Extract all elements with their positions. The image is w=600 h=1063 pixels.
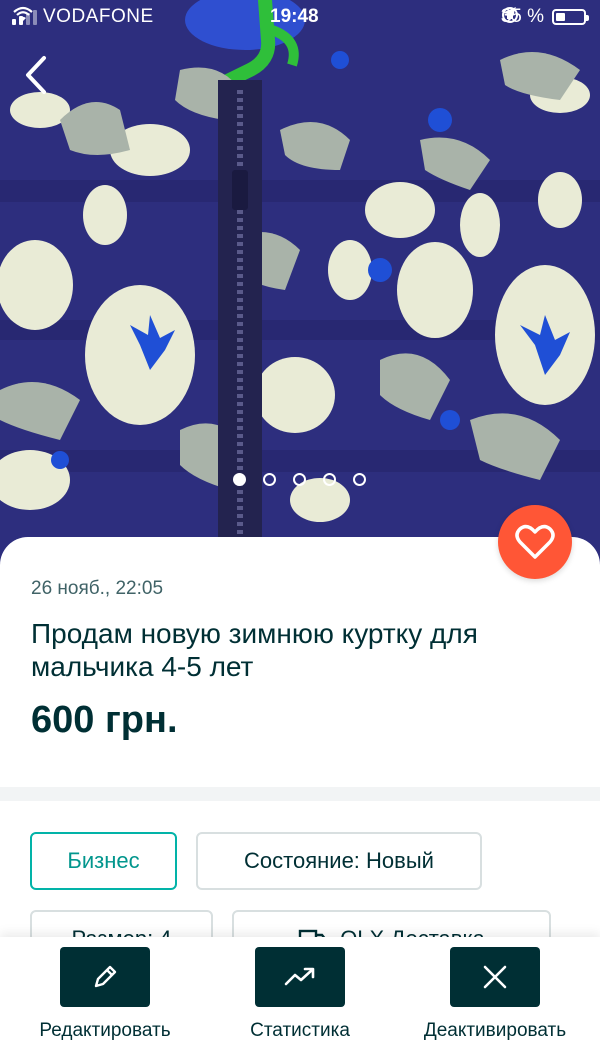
- statistics-label[interactable]: Статистика: [230, 1020, 370, 1042]
- pencil-icon: [94, 965, 117, 988]
- gallery-dot[interactable]: [233, 473, 246, 486]
- gallery-dot[interactable]: [263, 473, 276, 486]
- location-arrow-icon: [501, 7, 516, 21]
- heart-icon: [515, 524, 555, 559]
- back-button[interactable]: [18, 50, 62, 100]
- status-right: 35 %: [501, 6, 589, 28]
- battery-icon: [552, 9, 589, 25]
- gallery-dot[interactable]: [323, 473, 336, 486]
- tag-business[interactable]: Бизнес: [30, 832, 177, 890]
- listing-date: 26 нояб., 22:05: [31, 578, 164, 599]
- status-left: VODAFONE: [12, 6, 154, 28]
- listing-photo[interactable]: VODAFONE 19:48 35 %: [0, 0, 600, 580]
- favorite-button[interactable]: [498, 505, 572, 579]
- trend-up-icon: [284, 967, 315, 986]
- statistics-button[interactable]: [255, 947, 345, 1007]
- section-divider: [0, 787, 600, 801]
- deactivate-label[interactable]: Деактивировать: [408, 1020, 582, 1042]
- listing-title: Продам новую зимнюю куртку для мальчика …: [31, 618, 478, 682]
- battery-level: [556, 13, 566, 21]
- chevron-left-icon: [26, 56, 46, 94]
- gallery-pagination: [233, 473, 366, 486]
- status-time: 19:48: [270, 6, 319, 27]
- gallery-dot[interactable]: [353, 473, 366, 486]
- close-icon: [483, 965, 507, 989]
- deactivate-button[interactable]: [450, 947, 540, 1007]
- edit-label[interactable]: Редактировать: [34, 1020, 176, 1042]
- gallery-dot[interactable]: [293, 473, 306, 486]
- edit-button[interactable]: [60, 947, 150, 1007]
- status-bar: VODAFONE 19:48 35 %: [0, 0, 600, 36]
- jacket-photo-illustration: [0, 0, 600, 580]
- carrier-name: VODAFONE: [43, 6, 154, 27]
- wifi-icon: [13, 6, 33, 21]
- listing-price: 600 грн.: [31, 699, 178, 741]
- tag-condition[interactable]: Состояние: Новый: [196, 832, 482, 890]
